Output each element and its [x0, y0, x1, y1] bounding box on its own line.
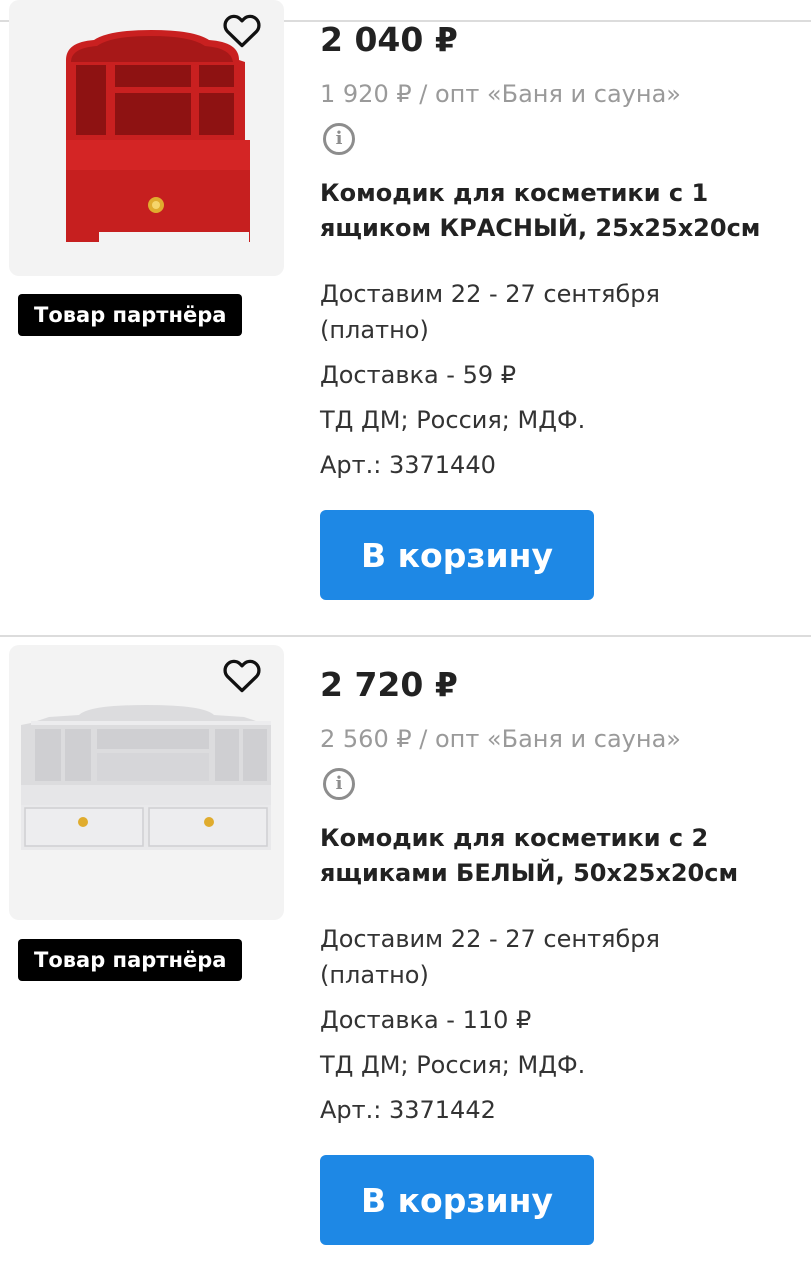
delivery-paid: (платно): [320, 316, 429, 344]
card-divider: [0, 635, 811, 637]
product-article: Арт.: 3371440: [320, 451, 496, 479]
delivery-date: Доставим 22 - 27 сентября: [320, 280, 660, 308]
info-icon[interactable]: i: [323, 123, 355, 155]
product-specs: ТД ДМ; Россия; МДФ.: [320, 406, 586, 434]
add-to-cart-button[interactable]: В корзину: [320, 510, 594, 600]
product-title[interactable]: Комодик для косметики с 2 ящиками БЕЛЫЙ,…: [320, 821, 790, 891]
favorite-button[interactable]: [220, 8, 264, 52]
delivery-date: Доставим 22 - 27 сентября: [320, 925, 660, 953]
add-to-cart-button[interactable]: В корзину: [320, 1155, 594, 1245]
product-price: 2 720 ₽: [320, 665, 458, 704]
product-card: Товар партнёра 2 040 ₽ 1 920 ₽ / опт «Ба…: [0, 0, 811, 635]
wholesale-price: 1 920 ₽ / опт «Баня и сауна»: [320, 80, 681, 108]
product-image[interactable]: [9, 645, 284, 920]
product-specs: ТД ДМ; Россия; МДФ.: [320, 1051, 586, 1079]
product-card: Товар партнёра 2 720 ₽ 2 560 ₽ / опт «Ба…: [0, 645, 811, 1280]
product-image[interactable]: [9, 0, 284, 276]
heart-outline-icon: [223, 14, 261, 48]
info-icon[interactable]: i: [323, 768, 355, 800]
delivery-cost: Доставка - 59 ₽: [320, 361, 517, 389]
heart-outline-icon: [223, 659, 261, 693]
partner-badge: Товар партнёра: [18, 939, 243, 981]
product-price: 2 040 ₽: [320, 20, 458, 59]
delivery-cost: Доставка - 110 ₽: [320, 1006, 532, 1034]
delivery-paid: (платно): [320, 961, 429, 989]
product-title[interactable]: Комодик для косметики с 1 ящиком КРАСНЫЙ…: [320, 176, 790, 246]
partner-badge: Товар партнёра: [18, 294, 243, 336]
favorite-button[interactable]: [220, 653, 264, 697]
wholesale-price: 2 560 ₽ / опт «Баня и сауна»: [320, 725, 681, 753]
product-article: Арт.: 3371442: [320, 1096, 496, 1124]
